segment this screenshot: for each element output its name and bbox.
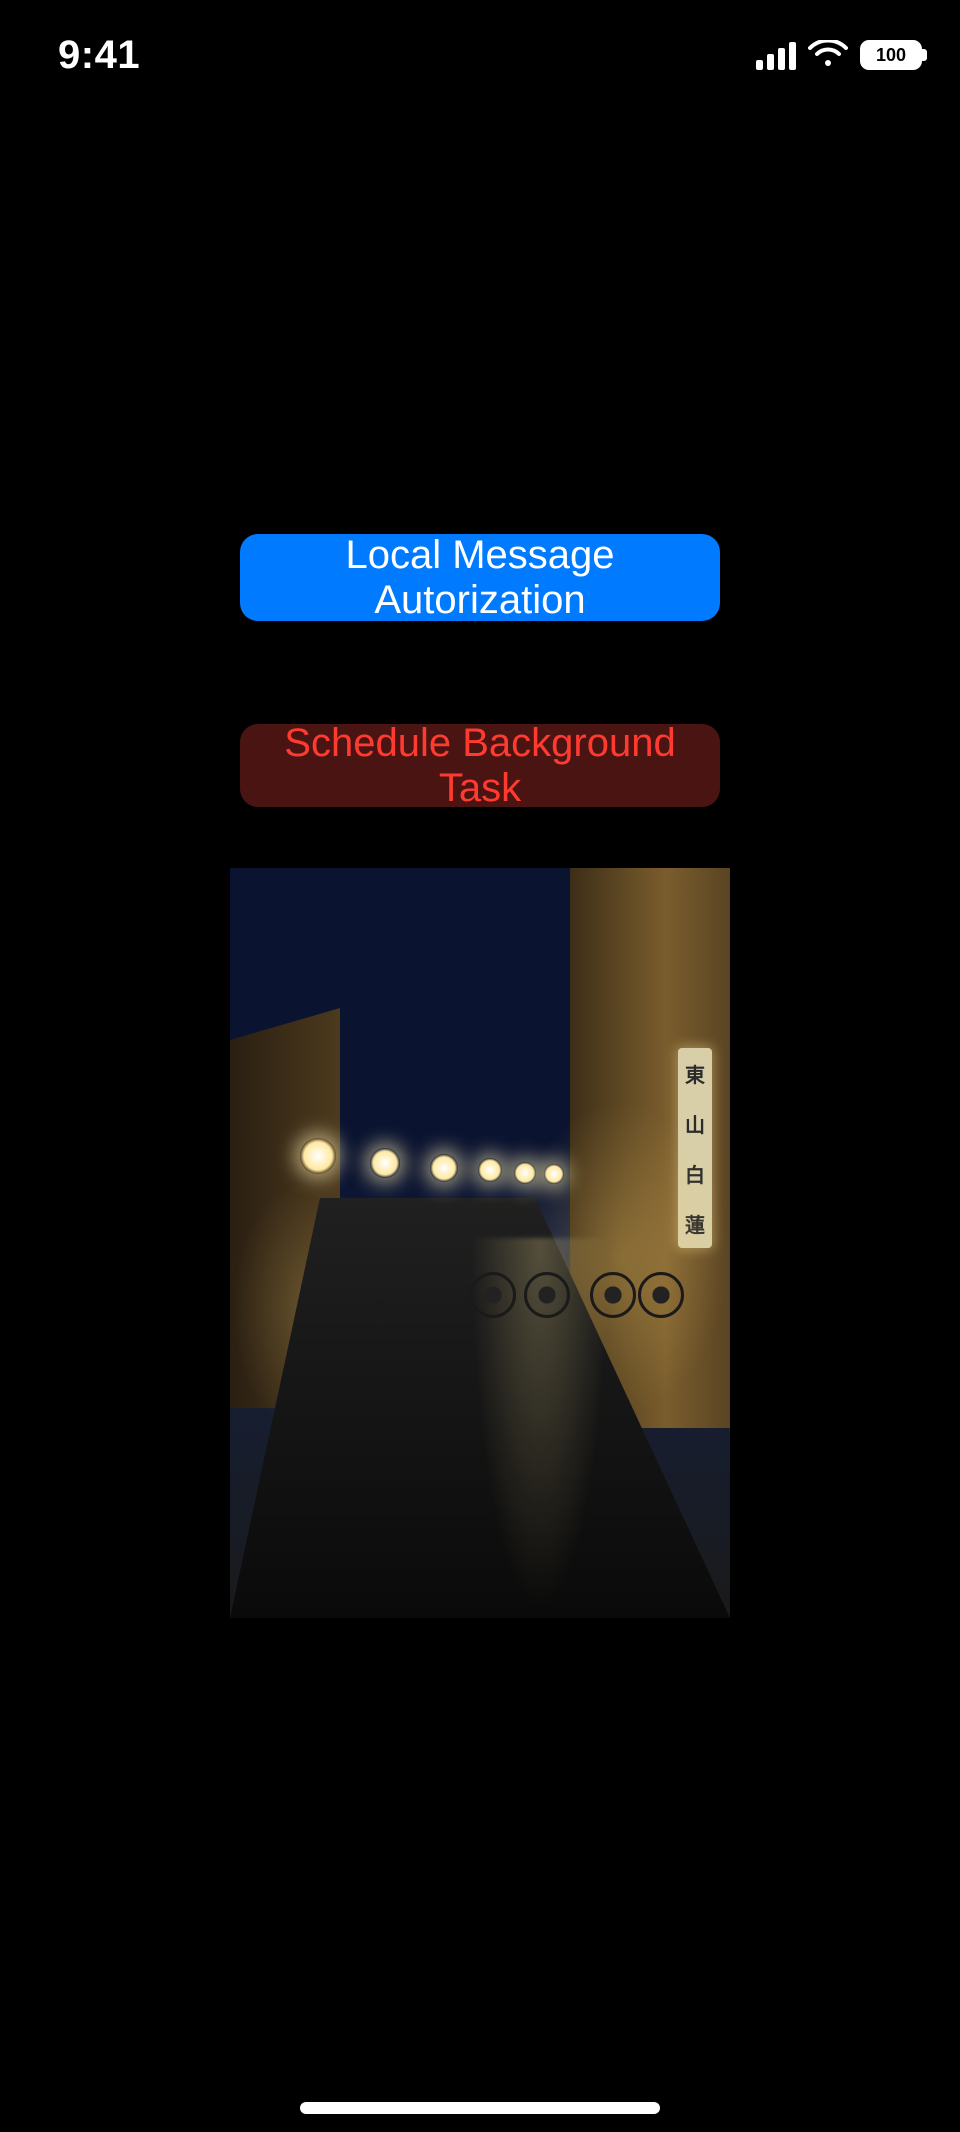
- content-image: 東山白蓮: [230, 868, 730, 1618]
- main-content: Local Message Autorization Schedule Back…: [0, 0, 960, 2132]
- bicycles-icon: [470, 1228, 670, 1318]
- home-indicator[interactable]: [300, 2102, 660, 2114]
- local-message-authorization-button[interactable]: Local Message Autorization: [240, 534, 720, 621]
- schedule-background-task-button[interactable]: Schedule Background Task: [240, 724, 720, 807]
